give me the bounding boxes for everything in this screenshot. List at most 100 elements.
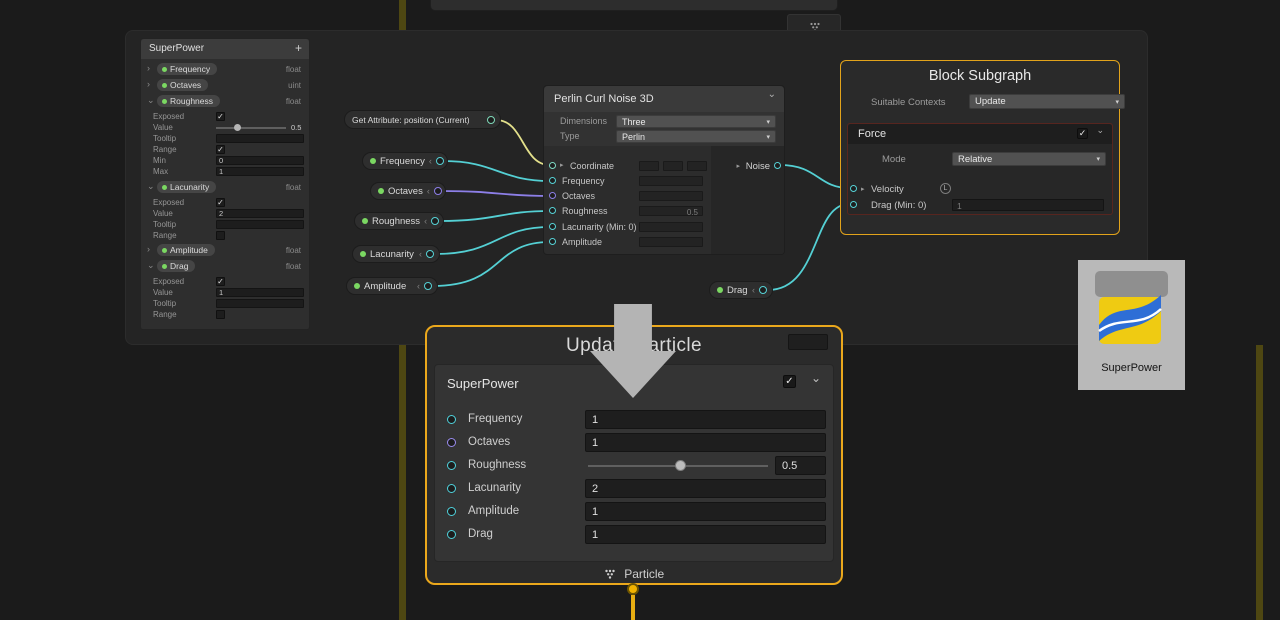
component-field[interactable] <box>663 161 683 171</box>
range-checkbox[interactable] <box>216 231 225 240</box>
block-enabled-checkbox[interactable]: ✓ <box>1077 128 1088 139</box>
param-pill[interactable]: Amplitude <box>157 244 215 256</box>
value-field[interactable]: 2 <box>585 479 826 498</box>
param-port[interactable] <box>447 415 456 424</box>
contexts-dropdown[interactable]: Update▾ <box>969 94 1125 109</box>
asset-tile-superpower[interactable]: SuperPower <box>1078 260 1185 390</box>
min-field[interactable]: 0 <box>216 156 304 165</box>
chevron-down-icon[interactable]: ⌄ <box>1096 125 1104 136</box>
force-block-header[interactable]: Force ✓ ⌄ <box>848 124 1112 144</box>
expander-icon[interactable]: ⌄ <box>147 260 155 271</box>
value-field[interactable]: 1 <box>585 502 826 521</box>
input-port[interactable] <box>549 192 556 199</box>
expander-icon[interactable]: › <box>147 79 150 89</box>
slider-track[interactable] <box>216 127 286 129</box>
tooltip-field[interactable] <box>216 134 304 143</box>
exposed-checkbox[interactable]: ✓ <box>216 198 225 207</box>
output-port[interactable] <box>431 217 439 225</box>
add-parameter-button[interactable]: + <box>295 41 302 55</box>
slider-handle[interactable] <box>234 124 241 131</box>
input-port[interactable] <box>549 238 556 245</box>
node-header[interactable]: Perlin Curl Noise 3D ⌄ <box>544 86 784 112</box>
param-row-lacunarity[interactable]: ⌄ Lacunarity float <box>141 181 309 194</box>
value-field[interactable] <box>639 176 703 186</box>
dimensions-dropdown[interactable]: Three▾ <box>616 115 776 128</box>
get-attribute-node[interactable]: Get Attribute: position (Current) <box>344 110 501 129</box>
param-port[interactable] <box>447 461 456 470</box>
tooltip-field[interactable] <box>216 299 304 308</box>
value-field[interactable]: 0.5 <box>775 456 826 475</box>
input-port[interactable] <box>549 162 556 169</box>
param-pill[interactable]: Roughness <box>157 95 220 107</box>
collapse-icon[interactable]: ‹ <box>429 156 432 166</box>
param-row-amplitude[interactable]: › Amplitude float <box>141 244 309 257</box>
collapse-icon[interactable]: ‹ <box>424 216 427 226</box>
exposed-checkbox[interactable]: ✓ <box>216 112 225 121</box>
input-port[interactable] <box>549 177 556 184</box>
input-port[interactable] <box>549 207 556 214</box>
value-field[interactable]: 1 <box>952 199 1104 211</box>
input-port[interactable] <box>850 185 857 192</box>
param-node-octaves[interactable]: Octaves ‹ <box>370 182 446 200</box>
value-field[interactable]: 1 <box>585 433 826 452</box>
value-field[interactable]: 1 <box>216 288 304 297</box>
block-subgraph-node[interactable]: Block Subgraph Suitable Contexts Update▾… <box>840 60 1120 235</box>
input-port[interactable] <box>850 201 857 208</box>
expander-icon[interactable]: ⌄ <box>147 95 155 106</box>
output-port[interactable] <box>436 157 444 165</box>
output-port[interactable] <box>487 116 495 124</box>
param-row-octaves[interactable]: › Octaves uint <box>141 79 309 92</box>
mode-dropdown[interactable]: Relative▾ <box>952 152 1106 166</box>
output-port[interactable] <box>774 162 781 169</box>
max-field[interactable]: 1 <box>216 167 304 176</box>
force-block[interactable]: Force ✓ ⌄ Mode Relative▾ ▸ Velocity L Dr… <box>847 123 1113 215</box>
component-field[interactable] <box>639 161 659 171</box>
collapse-icon[interactable]: ‹ <box>417 281 420 291</box>
slider-handle[interactable] <box>675 460 686 471</box>
param-pill[interactable]: Lacunarity <box>157 181 216 193</box>
value-field[interactable] <box>639 237 703 247</box>
param-pill[interactable]: Frequency <box>157 63 217 75</box>
param-port[interactable] <box>447 438 456 447</box>
param-port[interactable] <box>447 484 456 493</box>
param-node-drag[interactable]: Drag ‹ <box>709 281 773 299</box>
param-port[interactable] <box>447 530 456 539</box>
value-field[interactable]: 0.5 <box>639 206 703 216</box>
param-pill[interactable]: Octaves <box>157 79 208 91</box>
param-node-roughness[interactable]: Roughness ‹ <box>354 212 444 230</box>
collapse-icon[interactable]: ‹ <box>427 186 430 196</box>
param-port[interactable] <box>447 507 456 516</box>
component-field[interactable] <box>687 161 707 171</box>
perlin-curl-noise-node[interactable]: Perlin Curl Noise 3D ⌄ Dimensions Three▾… <box>543 85 785 255</box>
param-node-amplitude[interactable]: Amplitude ‹ <box>346 277 438 295</box>
input-port[interactable] <box>549 223 556 230</box>
exposed-checkbox[interactable]: ✓ <box>216 277 225 286</box>
collapse-icon[interactable]: ‹ <box>752 285 755 295</box>
param-node-lacunarity[interactable]: Lacunarity ‹ <box>352 245 440 263</box>
output-port[interactable] <box>759 286 767 294</box>
chevron-down-icon[interactable]: ⌄ <box>811 371 821 385</box>
param-pill[interactable]: Drag <box>157 260 195 272</box>
collapse-icon[interactable]: ‹ <box>419 249 422 259</box>
value-field[interactable]: 1 <box>585 410 826 429</box>
expander-icon[interactable]: ▸ <box>560 161 564 169</box>
param-row-roughness[interactable]: ⌄ Roughness float <box>141 95 309 108</box>
output-port[interactable] <box>424 282 432 290</box>
value-field[interactable]: 2 <box>216 209 304 218</box>
tooltip-field[interactable] <box>216 220 304 229</box>
range-checkbox[interactable] <box>216 310 225 319</box>
output-port[interactable] <box>426 250 434 258</box>
value-field[interactable] <box>639 191 703 201</box>
expander-icon[interactable]: ⌄ <box>147 181 155 192</box>
output-port[interactable] <box>434 187 442 195</box>
value-field[interactable]: 1 <box>585 525 826 544</box>
expander-icon[interactable]: ▸ <box>861 185 865 193</box>
context-option-box[interactable] <box>788 334 828 350</box>
expander-icon[interactable]: › <box>147 63 150 73</box>
chevron-down-icon[interactable]: ⌄ <box>768 89 776 100</box>
type-dropdown[interactable]: Perlin▾ <box>616 130 776 143</box>
range-checkbox[interactable]: ✓ <box>216 145 225 154</box>
param-row-frequency[interactable]: › Frequency float <box>141 63 309 76</box>
context-output-port[interactable] <box>627 583 639 595</box>
block-enabled-checkbox[interactable]: ✓ <box>783 375 796 388</box>
